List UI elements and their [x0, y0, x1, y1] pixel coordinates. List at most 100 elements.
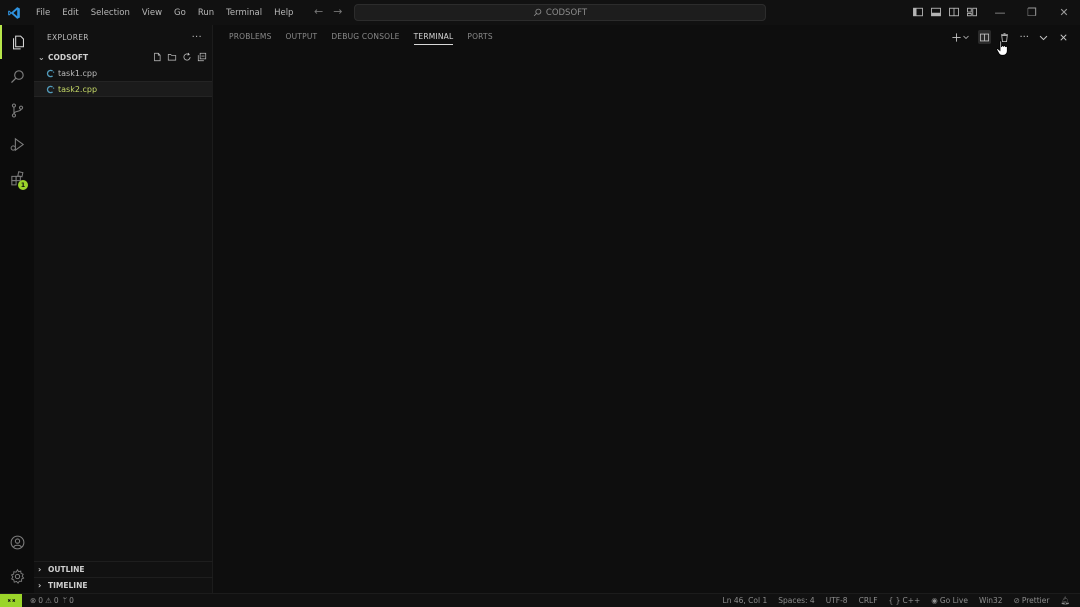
close-panel-button[interactable]: [1057, 30, 1070, 44]
extensions-activity[interactable]: 1: [0, 161, 34, 195]
menu-help[interactable]: Help: [268, 8, 299, 18]
close-window-icon[interactable]: ✕: [1048, 0, 1080, 25]
timeline-section[interactable]: › TIMELINE: [34, 577, 213, 593]
source-control-activity[interactable]: [0, 93, 34, 127]
source-control-icon: [11, 102, 23, 118]
file-row-task1[interactable]: task1.cpp: [34, 65, 212, 81]
files-icon: [12, 35, 24, 49]
title-bar: File Edit Selection View Go Run Terminal…: [0, 0, 1080, 25]
window-controls: — ❐ ✕: [984, 0, 1080, 25]
menu-run[interactable]: Run: [192, 8, 220, 18]
command-center-text: CODSOFT: [545, 7, 588, 18]
toggle-panel-icon[interactable]: [930, 6, 942, 18]
collapse-all-icon[interactable]: [197, 52, 207, 62]
plus-icon: [952, 32, 962, 42]
forward-arrow-icon[interactable]: →: [333, 5, 342, 18]
maximize-panel-button[interactable]: [1037, 30, 1050, 44]
explorer-sidebar: EXPLORER ··· ⌄ CODSOFT task1.cpp task2.c…: [34, 25, 213, 593]
extensions-badge: 1: [18, 180, 28, 190]
ports-status[interactable]: ᛘ 0: [63, 596, 74, 605]
tab-problems[interactable]: PROBLEMS: [222, 25, 279, 49]
menu-selection[interactable]: Selection: [85, 8, 136, 18]
chevron-down-icon: [1039, 35, 1048, 40]
prettier-status[interactable]: ⊘ Prettier: [1014, 596, 1050, 605]
tab-ports[interactable]: PORTS: [460, 25, 499, 49]
toggle-secondary-sidebar-icon[interactable]: [948, 6, 960, 18]
ports-count: 0: [69, 596, 74, 605]
account-icon: [10, 535, 24, 549]
menu-edit[interactable]: Edit: [56, 8, 84, 18]
menu-bar: File Edit Selection View Go Run Terminal…: [30, 8, 299, 18]
status-right: Ln 46, Col 1 Spaces: 4 UTF-8 CRLF { } C+…: [723, 596, 1080, 605]
chevron-right-icon: ›: [38, 565, 42, 574]
remote-icon: [7, 599, 15, 602]
restore-icon[interactable]: ❐: [1016, 0, 1048, 25]
menu-view[interactable]: View: [136, 8, 168, 18]
end-of-line[interactable]: CRLF: [859, 596, 878, 605]
language-mode[interactable]: { } C++: [889, 596, 921, 605]
minimize-icon[interactable]: —: [984, 0, 1016, 25]
go-live-button[interactable]: ◉ Go Live: [931, 596, 968, 605]
new-file-icon[interactable]: [152, 52, 162, 62]
cpp-file-icon: [46, 85, 55, 93]
indentation[interactable]: Spaces: 4: [778, 596, 814, 605]
run-debug-icon: [10, 137, 24, 151]
notifications-bell-icon[interactable]: 🔔︎: [1060, 596, 1070, 605]
command-center-search[interactable]: CODSOFT: [354, 4, 766, 21]
explorer-activity[interactable]: [0, 25, 34, 59]
new-terminal-button[interactable]: [950, 30, 971, 44]
chevron-right-icon: ›: [38, 581, 42, 590]
menu-terminal[interactable]: Terminal: [220, 8, 268, 18]
remote-indicator-button[interactable]: [0, 593, 22, 607]
broadcast-icon: ◉: [931, 596, 938, 605]
customize-layout-icon[interactable]: [966, 6, 978, 18]
problems-status[interactable]: ⊗ 0 ⚠ 0: [30, 596, 59, 605]
error-icon: ⊗: [30, 596, 37, 605]
more-actions-button[interactable]: ···: [1018, 30, 1030, 44]
prettier-icon: ⊘: [1013, 596, 1020, 605]
accounts-activity[interactable]: [0, 525, 34, 559]
folder-row-codsoft[interactable]: ⌄ CODSOFT: [34, 49, 212, 65]
folder-name: CODSOFT: [48, 52, 89, 62]
encoding[interactable]: UTF-8: [826, 596, 848, 605]
refresh-icon[interactable]: [182, 52, 192, 62]
panel-actions: ···: [950, 30, 1070, 44]
go-live-label: Go Live: [939, 596, 968, 605]
prettier-label: Prettier: [1021, 596, 1050, 605]
folder-actions: [152, 52, 212, 62]
toggle-primary-sidebar-icon[interactable]: [912, 6, 924, 18]
file-row-task2[interactable]: task2.cpp: [34, 81, 212, 97]
search-icon: [533, 8, 542, 17]
terminal-area[interactable]: [213, 49, 1080, 593]
new-folder-icon[interactable]: [167, 52, 177, 62]
error-count: 0: [38, 596, 44, 605]
close-icon: [1060, 33, 1067, 41]
chevron-down-icon: [963, 35, 970, 40]
explorer-more-actions-button[interactable]: ···: [192, 32, 202, 43]
manage-activity[interactable]: [0, 559, 34, 593]
tab-debug-console[interactable]: DEBUG CONSOLE: [324, 25, 406, 49]
platform-status[interactable]: Win32: [979, 596, 1003, 605]
tab-output[interactable]: OUTPUT: [279, 25, 325, 49]
status-left: ⊗ 0 ⚠ 0 ᛘ 0: [30, 596, 74, 605]
back-arrow-icon[interactable]: ←: [314, 5, 323, 18]
split-terminal-button[interactable]: [978, 30, 992, 44]
cpp-file-icon: [46, 69, 55, 77]
search-activity[interactable]: [0, 59, 34, 93]
cursor-position[interactable]: Ln 46, Col 1: [723, 596, 768, 605]
gear-icon: [10, 568, 24, 584]
language-label: C++: [902, 596, 921, 605]
explorer-title: EXPLORER: [47, 32, 89, 42]
navigation-arrows: ← →: [314, 5, 342, 18]
search-icon: [10, 69, 24, 83]
outline-label: OUTLINE: [48, 565, 85, 574]
timeline-label: TIMELINE: [48, 581, 88, 590]
menu-file[interactable]: File: [30, 8, 56, 18]
activity-bar: 1: [0, 25, 34, 593]
outline-section[interactable]: › OUTLINE: [34, 561, 213, 577]
run-debug-activity[interactable]: [0, 127, 34, 161]
bottom-panel: PROBLEMS OUTPUT DEBUG CONSOLE TERMINAL P…: [213, 25, 1080, 593]
menu-go[interactable]: Go: [168, 8, 192, 18]
panel-tabs: PROBLEMS OUTPUT DEBUG CONSOLE TERMINAL P…: [213, 25, 500, 49]
tab-terminal[interactable]: TERMINAL: [407, 25, 461, 49]
